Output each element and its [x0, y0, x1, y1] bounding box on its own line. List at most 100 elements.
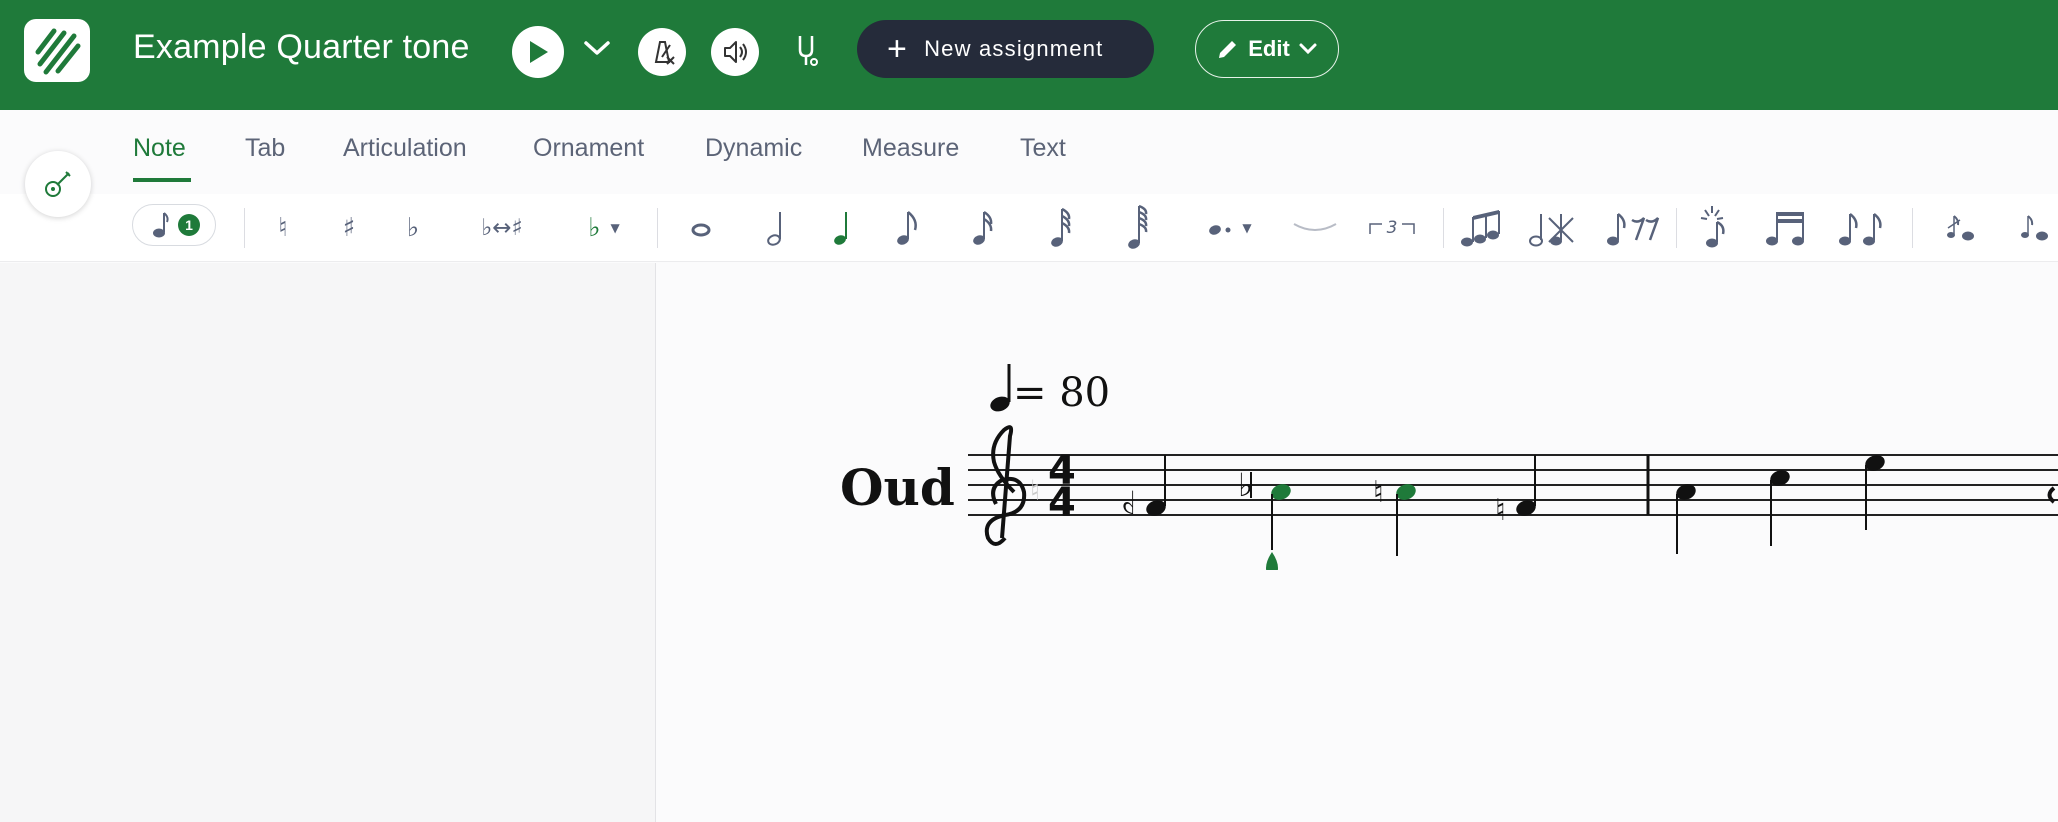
active-tab-indicator: [133, 178, 191, 182]
whole-note-button[interactable]: [686, 194, 716, 262]
sparkle-note-icon: [1700, 206, 1725, 248]
tuplet-button[interactable]: 3: [1366, 194, 1418, 262]
chevron-down-icon: [1299, 43, 1317, 55]
acciaccatura-button[interactable]: [1944, 194, 1978, 262]
instrument-name[interactable]: Oud: [840, 458, 955, 517]
plus-icon: +: [887, 30, 909, 68]
break-beam-button[interactable]: [1527, 194, 1575, 262]
tie-button[interactable]: [1292, 194, 1338, 262]
top-bar: Example Quarter tone + New assignment Ed…: [0, 0, 2058, 110]
tab-tab[interactable]: Tab: [245, 134, 285, 163]
tab-text[interactable]: Text: [1020, 134, 1066, 163]
svg-text:♮: ♮: [1373, 475, 1384, 510]
toolbar-divider: [657, 208, 658, 248]
flat-icon: ♭: [406, 213, 420, 243]
new-assignment-label: New assignment: [924, 36, 1104, 61]
chevron-down-icon: ▼: [1242, 221, 1252, 235]
split-beam-button[interactable]: [1836, 194, 1886, 262]
chevron-down-icon: [584, 41, 610, 55]
whole-note-icon: [691, 223, 711, 237]
toolbar-divider: [1676, 208, 1677, 248]
quarter-flat-icon: ♭: [588, 213, 601, 243]
tie-icon: [1293, 223, 1337, 231]
staff-system[interactable]: 4 4 ♮ ♭ ♭ ♮ ♮: [960, 420, 2058, 570]
app-logo-icon[interactable]: [24, 19, 90, 82]
sixteenth-note-button[interactable]: [969, 194, 999, 262]
guitar-icon: [45, 171, 71, 197]
tab-ornament[interactable]: Ornament: [533, 134, 644, 163]
grace-appoggiatura-icon: [2021, 215, 2048, 241]
appoggiatura-button[interactable]: [2018, 194, 2052, 262]
eighth-note-icon: [897, 211, 917, 245]
note-b-selected: ♭: [1238, 466, 1291, 570]
voice-count-badge: 1: [178, 214, 200, 236]
rests-button[interactable]: [1604, 194, 1662, 262]
ghost-accidental: ♮: [1030, 474, 1040, 507]
metronome-button[interactable]: [638, 28, 686, 76]
quarter-note-button[interactable]: [826, 194, 856, 262]
voice-selector[interactable]: 1: [132, 204, 216, 246]
volume-button[interactable]: [711, 28, 759, 76]
natural-button[interactable]: ♮: [268, 194, 298, 262]
tempo-marking[interactable]: = 80: [1013, 370, 1110, 416]
edit-label: Edit: [1248, 36, 1290, 61]
grace-note-button[interactable]: [1697, 194, 1737, 262]
edit-menu-button[interactable]: Edit: [1195, 20, 1339, 78]
break-beam-icon: [1529, 214, 1574, 247]
note-drag-handle: [1266, 552, 1278, 570]
chevron-down-icon: ▼: [610, 221, 620, 235]
beamed-notes-icon: [1461, 210, 1500, 247]
thirty-second-note-icon: [1051, 207, 1071, 247]
time-signature-bottom: 4: [1048, 480, 1076, 526]
side-panel: [0, 263, 656, 822]
thirty-second-note-button[interactable]: [1047, 194, 1077, 262]
quarter-note-icon: [834, 212, 847, 245]
note-e: [1865, 455, 1885, 530]
note-b: [1676, 484, 1696, 554]
double-beam-icon: [1766, 212, 1804, 246]
sixteenth-note-icon: [973, 210, 993, 245]
new-assignment-button[interactable]: + New assignment: [857, 20, 1154, 78]
flip-label: ♭↔♯: [481, 215, 523, 241]
speaker-icon: [724, 41, 747, 63]
sixty-fourth-note-icon: [1128, 204, 1148, 249]
tuning-button[interactable]: [792, 32, 822, 68]
half-note-icon: [767, 212, 781, 246]
tab-measure[interactable]: Measure: [862, 134, 959, 163]
note-toolbar: [0, 194, 2058, 262]
beam-sixteenth-button[interactable]: [1765, 194, 1809, 262]
note-g-natural: ♮: [1495, 455, 1536, 528]
tab-dynamic[interactable]: Dynamic: [705, 134, 802, 163]
playback-options-button[interactable]: [582, 38, 612, 58]
toolbar-divider: [1443, 208, 1444, 248]
metronome-off-icon: [654, 41, 675, 65]
flat-button[interactable]: ♭: [398, 194, 428, 262]
note-g-half-flat: ♭: [1121, 455, 1166, 522]
tuplet-label: 3: [1387, 218, 1398, 238]
score-title[interactable]: Example Quarter tone: [133, 28, 470, 67]
instrument-view-button[interactable]: [25, 151, 91, 217]
dotted-note-icon: [1209, 225, 1231, 235]
tuning-fork-icon: [798, 36, 818, 66]
dot-button[interactable]: ▼: [1197, 194, 1261, 262]
tab-articulation[interactable]: Articulation: [343, 134, 467, 163]
toolbar-divider: [244, 208, 245, 248]
eighth-note-button[interactable]: [893, 194, 923, 262]
sixty-fourth-note-button[interactable]: [1124, 194, 1154, 262]
beam-group-button[interactable]: [1458, 194, 1506, 262]
voice-note-icon: [153, 212, 169, 238]
note-partial: [2047, 486, 2056, 504]
tab-note[interactable]: Note: [133, 134, 186, 163]
play-button[interactable]: [512, 26, 564, 78]
flagged-pair-icon: [1839, 213, 1882, 246]
half-note-button[interactable]: [760, 194, 790, 262]
quarter-tone-accidental-button[interactable]: ♭ ▼: [574, 194, 634, 262]
grace-acciaccatura-icon: [1947, 215, 1974, 241]
svg-text:♮: ♮: [1495, 493, 1506, 528]
play-icon: [530, 41, 548, 63]
enharmonic-flip-button[interactable]: ♭↔♯: [467, 194, 537, 262]
toolbar-divider: [1912, 208, 1913, 248]
note-c: [1770, 470, 1790, 546]
sharp-icon: ♯: [342, 213, 356, 243]
sharp-button[interactable]: ♯: [334, 194, 364, 262]
